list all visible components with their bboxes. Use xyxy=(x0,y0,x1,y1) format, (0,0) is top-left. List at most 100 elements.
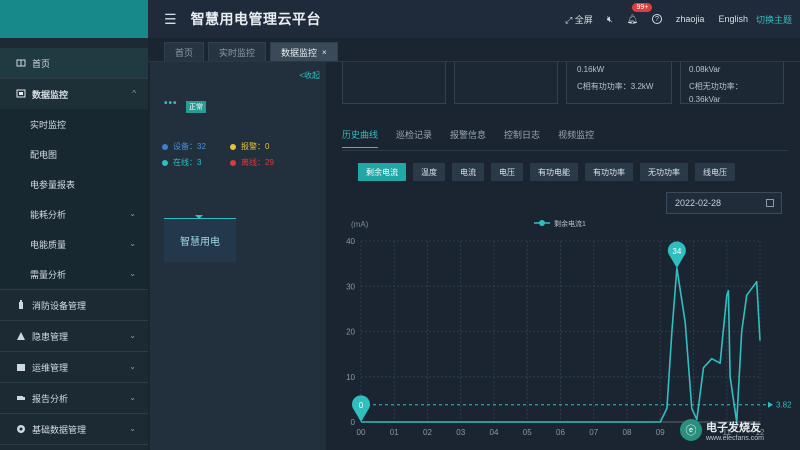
theme-switch[interactable]: 切换主题 xyxy=(756,13,792,26)
x-tick-label: 03 xyxy=(456,428,465,437)
watermark-url: www.elecfans.com xyxy=(706,434,764,442)
metric-button-residual[interactable]: 剩余电流 xyxy=(358,163,406,181)
collapse-button[interactable]: <收起 xyxy=(299,70,320,81)
top-header: ☰ 智慧用电管理云平台 ⤢ 全屏 🔇︎ 🔔︎ 99+ ? zhaojia Engl… xyxy=(148,0,800,38)
sidebar-item-label: 配电图 xyxy=(30,149,58,160)
stat-label: 报警：0 xyxy=(241,142,270,151)
tab-data-monitor[interactable]: 数据监控 × xyxy=(270,42,338,62)
tab-inspection[interactable]: 巡检记录 xyxy=(396,128,432,148)
offline-count: 离线：29 xyxy=(230,157,274,168)
x-tick-label: 02 xyxy=(423,428,432,437)
sidebar-item-ops[interactable]: 运维管理 ⌄ xyxy=(0,352,148,382)
sidebar-item-energy[interactable]: 能耗分析 ⌄ xyxy=(0,199,148,229)
status-dot xyxy=(230,143,236,150)
sidebar: 首页 数据监控 ^ 实时监控 配电图 电参量报表 能耗分析 ⌄ 电能质量 ⌄ 需量分… xyxy=(0,0,148,450)
menu-toggle-icon[interactable]: ☰ xyxy=(164,11,177,28)
sidebar-item-diagram[interactable]: 配电图 xyxy=(0,139,148,169)
tab-history[interactable]: 历史曲线 xyxy=(342,128,379,148)
sidebar-submenu: 实时监控 配电图 电参量报表 能耗分析 ⌄ 电能质量 ⌄ 需量分析 ⌄ xyxy=(0,109,148,289)
app-title: 智慧用电管理云平台 xyxy=(190,11,322,27)
x-tick-label: 04 xyxy=(490,428,499,437)
x-tick-label: 07 xyxy=(589,428,598,437)
chevron-up-icon: ^ xyxy=(132,89,136,98)
more-icon[interactable]: ••• xyxy=(164,98,178,109)
alarm-count: 报警：0 xyxy=(230,141,269,152)
tab-control-log[interactable]: 控制日志 xyxy=(504,128,540,148)
y-axis-label: (mA) xyxy=(351,220,369,229)
device-card[interactable]: 智慧用电 xyxy=(164,218,236,262)
metric-button-reactive-power[interactable]: 无功功率 xyxy=(640,163,688,181)
mute-icon[interactable]: 🔇︎ xyxy=(607,14,613,25)
device-name: 智慧用电 xyxy=(180,237,220,248)
sidebar-item-quality[interactable]: 电能质量 ⌄ xyxy=(0,229,148,259)
sidebar-item-basedata[interactable]: 基础数据管理 ⌄ xyxy=(0,414,148,444)
date-value: 2022-02-28 xyxy=(675,198,722,208)
status-dot xyxy=(162,143,168,150)
close-icon[interactable]: × xyxy=(322,48,327,57)
header-actions: ⤢ 全屏 🔇︎ 🔔︎ 99+ ? zhaojia English 切换主题 xyxy=(551,0,792,38)
calendar-icon xyxy=(766,199,774,207)
y-tick-label: 10 xyxy=(346,373,355,382)
x-tick-label: 05 xyxy=(523,428,532,437)
metric-button-active-power[interactable]: 有功功率 xyxy=(585,163,633,181)
sidebar-brand xyxy=(0,0,148,38)
divider xyxy=(342,150,788,151)
x-tick-label: 09 xyxy=(656,428,665,437)
sidebar-item-home[interactable]: 首页 xyxy=(0,48,148,78)
card-value: C相有功功率：3.2kW xyxy=(577,82,654,91)
metric-button-active-energy[interactable]: 有功电能 xyxy=(530,163,578,181)
metric-button-line-voltage[interactable]: 线电压 xyxy=(695,163,735,181)
gear-icon xyxy=(16,424,26,434)
sidebar-item-label: 基础数据管理 xyxy=(32,424,87,435)
metric-button-temperature[interactable]: 温度 xyxy=(413,163,445,181)
tab-realtime[interactable]: 实时监控 xyxy=(208,42,267,62)
sidebar-item-label: 能耗分析 xyxy=(30,209,67,220)
metric-buttons: 剩余电流 温度 电流 电压 有功电能 有功功率 无功功率 线电压 xyxy=(358,163,742,181)
sidebar-item-analysis[interactable]: 报告分析 ⌄ xyxy=(0,383,148,413)
fullscreen-button[interactable]: ⤢ 全屏 xyxy=(565,13,593,26)
language-switch[interactable]: English xyxy=(718,14,748,24)
sidebar-item-hazard[interactable]: 隐患管理 ⌄ xyxy=(0,321,148,351)
average-label: 3.82 xyxy=(776,401,792,410)
notification-button[interactable]: 🔔︎ 99+ xyxy=(626,2,653,25)
sidebar-item-data-monitor[interactable]: 数据监控 ^ xyxy=(0,79,148,109)
extinguisher-icon xyxy=(16,300,26,310)
tab-video[interactable]: 视频监控 xyxy=(558,128,594,148)
x-tick-label: 01 xyxy=(390,428,399,437)
username[interactable]: zhaojia xyxy=(676,14,705,24)
sidebar-menu: 首页 数据监控 ^ 实时监控 配电图 电参量报表 能耗分析 ⌄ 电能质量 ⌄ 需量分… xyxy=(0,48,148,445)
tab-alarm[interactable]: 报警信息 xyxy=(450,128,486,148)
sidebar-item-label: 电参量报表 xyxy=(30,179,76,190)
y-tick-label: 0 xyxy=(351,418,356,427)
metric-button-current[interactable]: 电流 xyxy=(452,163,484,181)
tab-label: 首页 xyxy=(175,47,194,58)
book-icon xyxy=(16,58,26,68)
legend-marker xyxy=(539,220,545,226)
x-tick-label: 08 xyxy=(623,428,632,437)
stat-label: 设备：32 xyxy=(173,142,206,151)
card-value: 0.36kVar xyxy=(689,95,721,104)
watermark-logo-icon: ⓔ xyxy=(680,419,702,441)
bell-icon: 🔔︎ xyxy=(626,13,638,24)
sidebar-item-label: 消防设备管理 xyxy=(32,300,87,311)
fullscreen-label: 全屏 xyxy=(574,14,593,25)
divider xyxy=(0,444,148,445)
chevron-down-icon: ⌄ xyxy=(129,424,136,433)
status-badge: 正常 xyxy=(186,101,206,113)
sidebar-item-demand[interactable]: 需量分析 ⌄ xyxy=(0,259,148,289)
sidebar-item-label: 需量分析 xyxy=(30,269,67,280)
watermark-title: 电子发烧友 xyxy=(706,421,761,434)
sidebar-item-realtime[interactable]: 实时监控 xyxy=(0,109,148,139)
chevron-down-icon: ⌄ xyxy=(129,209,136,218)
tab-label: 数据监控 xyxy=(281,47,318,58)
monitor-icon xyxy=(16,89,26,99)
sidebar-item-fire[interactable]: 消防设备管理 xyxy=(0,290,148,320)
metric-button-voltage[interactable]: 电压 xyxy=(491,163,523,181)
tab-home[interactable]: 首页 xyxy=(164,42,205,62)
help-icon[interactable]: ? xyxy=(651,14,662,24)
info-card xyxy=(342,62,446,104)
sidebar-item-report[interactable]: 电参量报表 xyxy=(0,169,148,199)
device-count: 设备：32 xyxy=(162,141,206,152)
y-tick-label: 30 xyxy=(346,282,355,291)
x-tick-label: 06 xyxy=(556,428,565,437)
